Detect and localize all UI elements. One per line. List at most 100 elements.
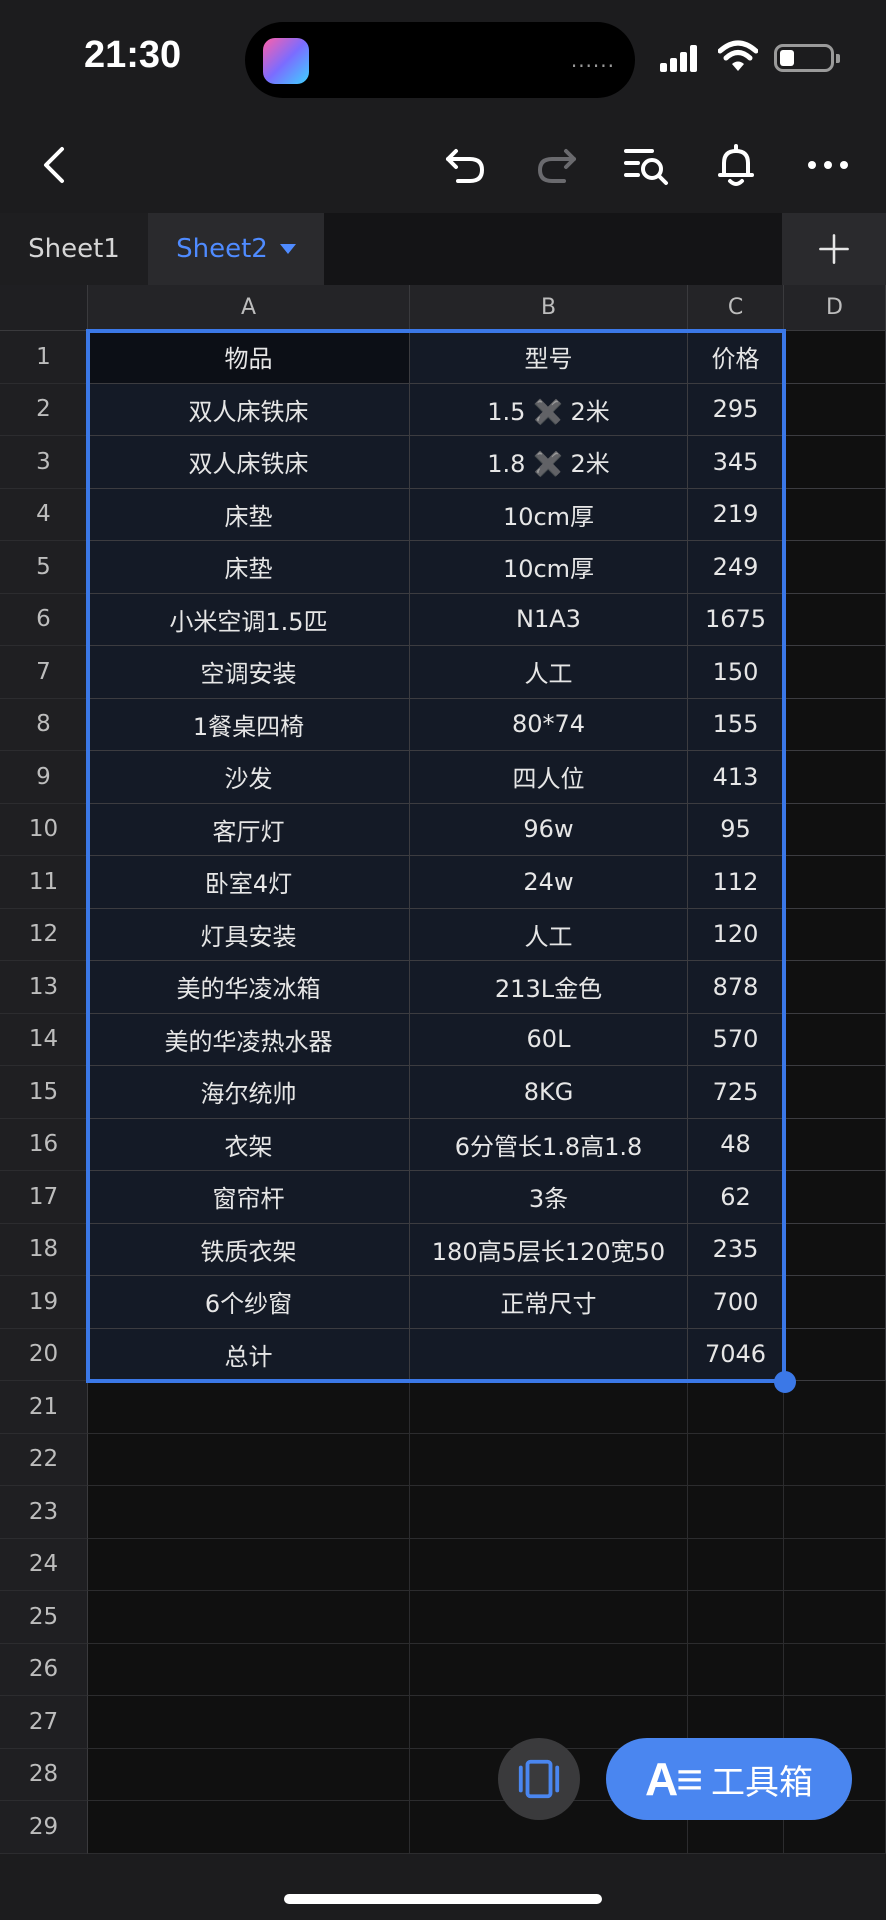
- row-number[interactable]: 13: [0, 961, 88, 1014]
- row-number[interactable]: 25: [0, 1591, 88, 1644]
- cell-b[interactable]: 人工: [410, 646, 688, 699]
- add-sheet-button[interactable]: [782, 213, 886, 285]
- chevron-down-icon[interactable]: [279, 244, 296, 254]
- column-header-b[interactable]: B: [410, 285, 688, 331]
- cell-a[interactable]: 美的华凌热水器: [88, 1013, 410, 1066]
- cell-a[interactable]: 物品: [88, 331, 410, 384]
- cell-a[interactable]: [88, 1748, 410, 1801]
- cell-c[interactable]: 878: [688, 961, 784, 1014]
- cell-b[interactable]: [410, 1486, 688, 1539]
- cell-d[interactable]: [784, 1171, 886, 1224]
- cell-a[interactable]: [88, 1643, 410, 1696]
- cell-a[interactable]: 铁质衣架: [88, 1223, 410, 1276]
- cell-a[interactable]: 双人床铁床: [88, 383, 410, 436]
- row-number[interactable]: 24: [0, 1538, 88, 1591]
- cell-c[interactable]: 413: [688, 751, 784, 804]
- column-header-d[interactable]: D: [784, 285, 886, 331]
- cell-a[interactable]: 灯具安装: [88, 908, 410, 961]
- cell-d[interactable]: [784, 908, 886, 961]
- row-number[interactable]: 28: [0, 1748, 88, 1801]
- row-number[interactable]: 19: [0, 1276, 88, 1329]
- cell-d[interactable]: [784, 541, 886, 594]
- cell-c[interactable]: [688, 1433, 784, 1486]
- cell-c[interactable]: [688, 1643, 784, 1696]
- cell-d[interactable]: [784, 961, 886, 1014]
- cell-a[interactable]: 沙发: [88, 751, 410, 804]
- bell-icon[interactable]: [708, 137, 764, 193]
- cell-a[interactable]: 海尔统帅: [88, 1066, 410, 1119]
- cell-d[interactable]: [784, 1223, 886, 1276]
- toolbox-button[interactable]: A≡ 工具箱: [606, 1738, 852, 1820]
- cell-c[interactable]: 价格: [688, 331, 784, 384]
- cell-c[interactable]: 112: [688, 856, 784, 909]
- cell-b[interactable]: 6分管长1.8高1.8: [410, 1118, 688, 1171]
- cell-d[interactable]: [784, 436, 886, 489]
- cell-b[interactable]: 213L金色: [410, 961, 688, 1014]
- row-number[interactable]: 10: [0, 803, 88, 856]
- row-number[interactable]: 11: [0, 856, 88, 909]
- cell-a[interactable]: [88, 1538, 410, 1591]
- cell-c[interactable]: [688, 1538, 784, 1591]
- cell-c[interactable]: 235: [688, 1223, 784, 1276]
- cell-b[interactable]: 正常尺寸: [410, 1276, 688, 1329]
- cell-a[interactable]: 空调安装: [88, 646, 410, 699]
- cell-b[interactable]: [410, 1381, 688, 1434]
- cell-b[interactable]: 1.5 ✖️ 2米: [410, 383, 688, 436]
- cell-b[interactable]: 1.8 ✖️ 2米: [410, 436, 688, 489]
- row-number[interactable]: 3: [0, 436, 88, 489]
- row-number[interactable]: 18: [0, 1223, 88, 1276]
- cell-c[interactable]: 570: [688, 1013, 784, 1066]
- row-number[interactable]: 1: [0, 331, 88, 384]
- row-number[interactable]: 8: [0, 698, 88, 751]
- cell-d[interactable]: [784, 383, 886, 436]
- cell-b[interactable]: [410, 1643, 688, 1696]
- cell-a[interactable]: [88, 1591, 410, 1644]
- cell-c[interactable]: 345: [688, 436, 784, 489]
- cell-d[interactable]: [784, 1328, 886, 1381]
- row-number[interactable]: 6: [0, 593, 88, 646]
- column-header-c[interactable]: C: [688, 285, 784, 331]
- find-icon[interactable]: [618, 137, 674, 193]
- cell-b[interactable]: [410, 1538, 688, 1591]
- cell-c[interactable]: 120: [688, 908, 784, 961]
- cell-c[interactable]: 1675: [688, 593, 784, 646]
- cell-a[interactable]: 美的华凌冰箱: [88, 961, 410, 1014]
- cell-b[interactable]: 60L: [410, 1013, 688, 1066]
- cell-d[interactable]: [784, 1486, 886, 1539]
- cell-a[interactable]: 双人床铁床: [88, 436, 410, 489]
- cell-d[interactable]: [784, 1013, 886, 1066]
- selection-handle[interactable]: [774, 1371, 796, 1393]
- row-number[interactable]: 4: [0, 488, 88, 541]
- row-number[interactable]: 14: [0, 1013, 88, 1066]
- row-number[interactable]: 17: [0, 1171, 88, 1224]
- cell-b[interactable]: 80*74: [410, 698, 688, 751]
- cell-d[interactable]: [784, 803, 886, 856]
- cell-c[interactable]: 219: [688, 488, 784, 541]
- column-header-a[interactable]: A: [88, 285, 410, 331]
- cell-a[interactable]: 1餐桌四椅: [88, 698, 410, 751]
- cell-d[interactable]: [784, 856, 886, 909]
- redo-icon[interactable]: [528, 137, 584, 193]
- row-number[interactable]: 29: [0, 1801, 88, 1854]
- cell-b[interactable]: 10cm厚: [410, 488, 688, 541]
- cell-c[interactable]: 725: [688, 1066, 784, 1119]
- cell-a[interactable]: 衣架: [88, 1118, 410, 1171]
- cell-a[interactable]: 卧室4灯: [88, 856, 410, 909]
- row-number[interactable]: 27: [0, 1696, 88, 1749]
- cell-b[interactable]: 10cm厚: [410, 541, 688, 594]
- cell-a[interactable]: 小米空调1.5匹: [88, 593, 410, 646]
- cell-b[interactable]: 8KG: [410, 1066, 688, 1119]
- cell-b[interactable]: [410, 1433, 688, 1486]
- cell-b[interactable]: 3条: [410, 1171, 688, 1224]
- cell-c[interactable]: 295: [688, 383, 784, 436]
- cell-d[interactable]: [784, 1643, 886, 1696]
- row-number[interactable]: 22: [0, 1433, 88, 1486]
- tab-sheet2[interactable]: Sheet2: [148, 213, 324, 285]
- row-number[interactable]: 26: [0, 1643, 88, 1696]
- cell-a[interactable]: 床垫: [88, 488, 410, 541]
- cell-b[interactable]: N1A3: [410, 593, 688, 646]
- row-number[interactable]: 9: [0, 751, 88, 804]
- cell-b[interactable]: 96w: [410, 803, 688, 856]
- cell-a[interactable]: 总计: [88, 1328, 410, 1381]
- cell-d[interactable]: [784, 1381, 886, 1434]
